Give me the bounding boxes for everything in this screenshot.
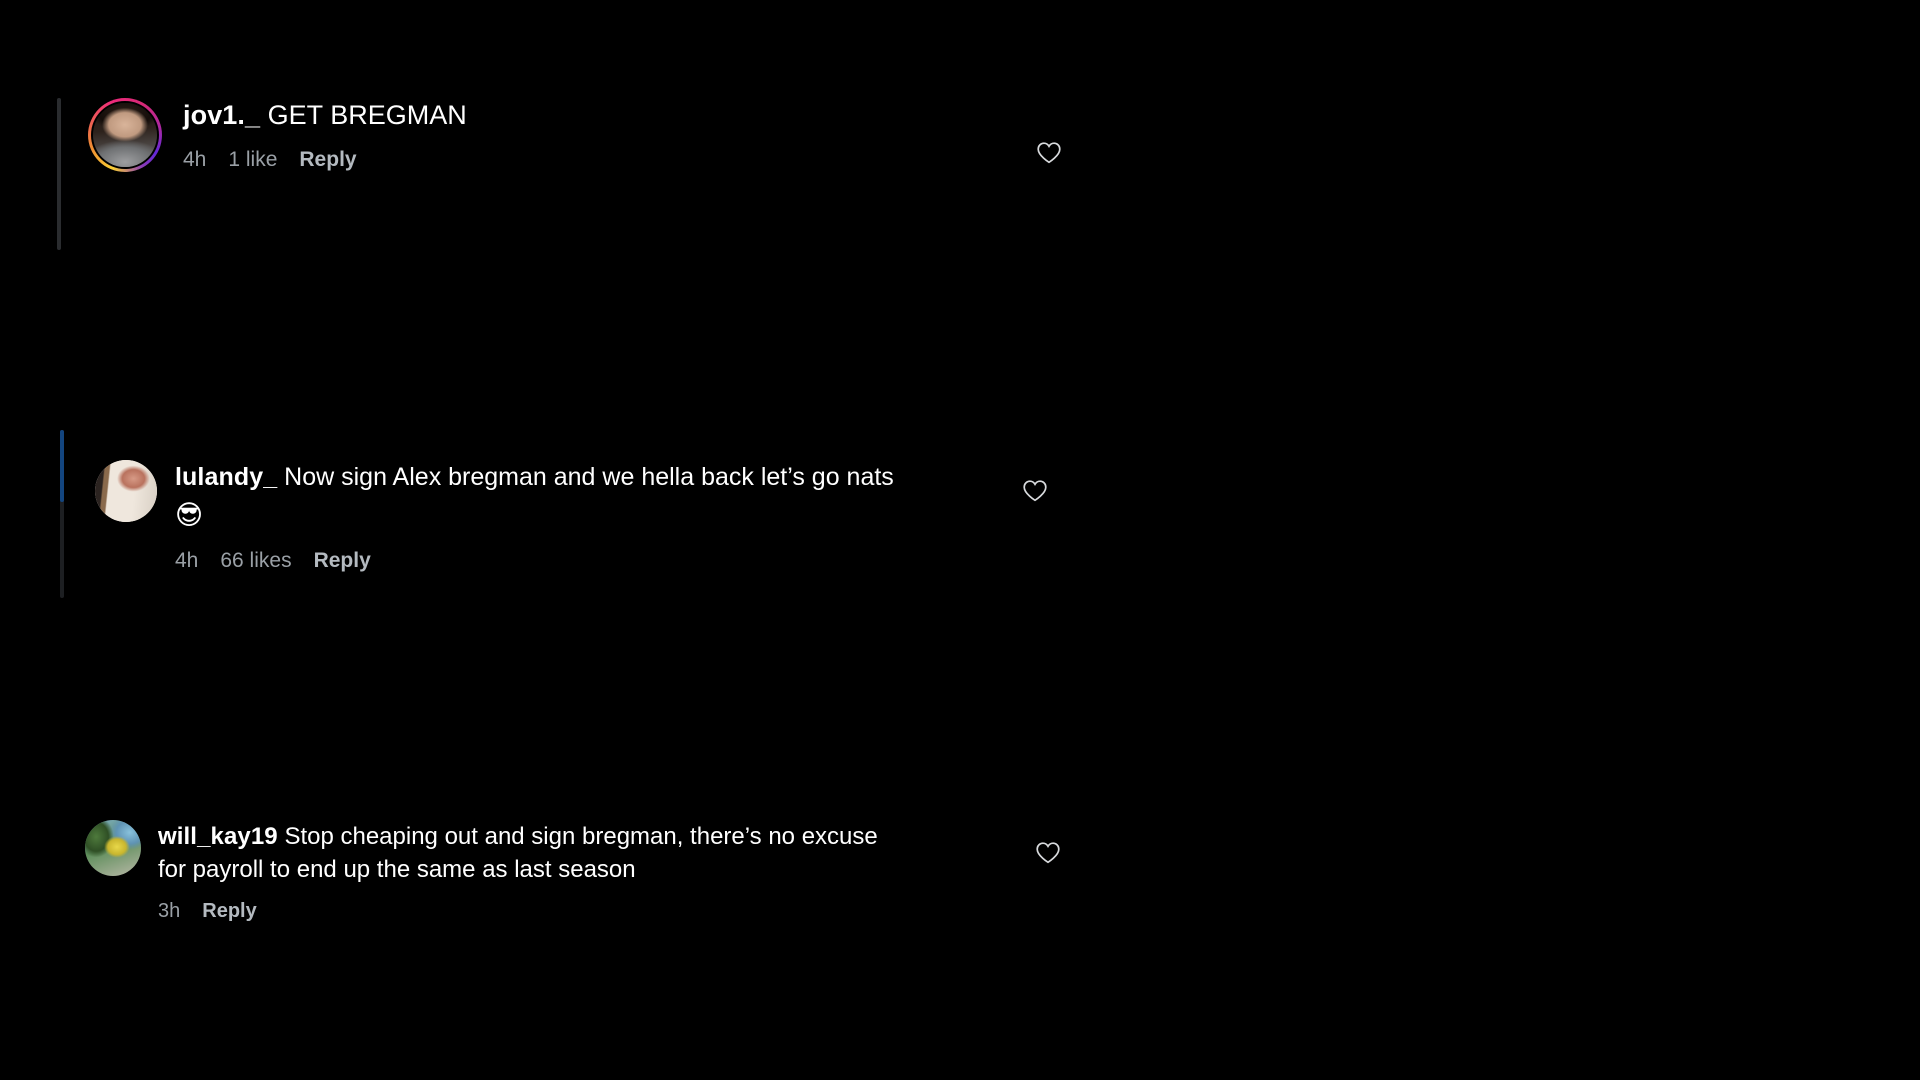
avatar[interactable] — [88, 98, 162, 172]
comment-item[interactable]: will_kay19 Stop cheaping out and sign br… — [85, 820, 905, 923]
comments-screen: jov1._ GET BREGMAN 4h 1 like Reply lulan… — [0, 0, 1920, 1080]
comment-username[interactable]: jov1._ — [183, 100, 260, 130]
thread-highlight-bar — [60, 430, 64, 502]
sunglasses-emoji: 😎 — [175, 500, 204, 531]
comment-text: GET BREGMAN — [267, 100, 467, 130]
like-heart-icon[interactable] — [1036, 141, 1062, 165]
comment-item[interactable]: lulandy_ Now sign Alex bregman and we he… — [95, 460, 895, 573]
comment-reply-button[interactable]: Reply — [314, 549, 371, 573]
comment-meta: 4h 1 like Reply — [183, 148, 467, 172]
avatar-image — [85, 820, 141, 876]
comment-username[interactable]: lulandy_ — [175, 463, 277, 491]
avatar-image — [93, 103, 157, 167]
comment-text: Now sign Alex bregman and we hella back … — [284, 463, 894, 491]
avatar-image — [95, 460, 157, 522]
comment-like-count[interactable]: 66 likes — [220, 549, 291, 573]
comment-like-count[interactable]: 1 like — [228, 148, 277, 172]
comment-reply-button[interactable]: Reply — [299, 148, 356, 172]
comment-line: lulandy_ Now sign Alex bregman and we he… — [175, 460, 895, 535]
comment-timestamp: 3h — [158, 900, 181, 923]
like-heart-icon[interactable] — [1035, 841, 1061, 865]
thread-connector-line — [57, 98, 61, 250]
comment-meta: 4h 66 likes Reply — [175, 549, 895, 573]
comment-item[interactable]: jov1._ GET BREGMAN 4h 1 like Reply — [88, 98, 788, 172]
comment-line: will_kay19 Stop cheaping out and sign br… — [158, 820, 905, 886]
comment-meta: 3h Reply — [158, 900, 905, 923]
avatar[interactable] — [95, 460, 157, 522]
comment-body: jov1._ GET BREGMAN 4h 1 like Reply — [183, 98, 467, 172]
like-heart-icon[interactable] — [1022, 479, 1048, 503]
comment-body: lulandy_ Now sign Alex bregman and we he… — [175, 460, 895, 573]
comment-reply-button[interactable]: Reply — [202, 900, 256, 923]
comment-timestamp: 4h — [183, 147, 207, 171]
comment-body: will_kay19 Stop cheaping out and sign br… — [158, 820, 905, 923]
story-ring — [88, 98, 162, 172]
avatar[interactable] — [85, 820, 141, 876]
comment-timestamp: 4h — [175, 548, 199, 572]
comment-line: jov1._ GET BREGMAN — [183, 98, 467, 133]
comment-username[interactable]: will_kay19 — [158, 823, 278, 850]
